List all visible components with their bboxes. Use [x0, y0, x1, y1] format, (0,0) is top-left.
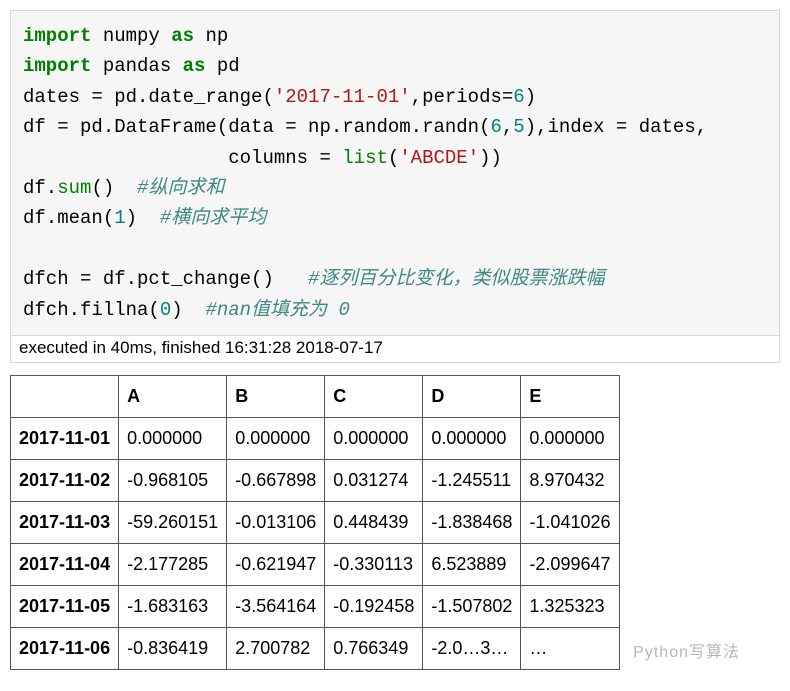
data-cell: -0.968105	[119, 459, 227, 501]
data-cell: -59.260151	[119, 501, 227, 543]
code-cell: import numpy as np import pandas as pd d…	[10, 10, 780, 336]
data-cell: 0.000000	[521, 417, 619, 459]
table-row: 2017-11-02-0.968105-0.6678980.031274-1.2…	[11, 459, 620, 501]
data-cell: 1.325323	[521, 585, 619, 627]
row-header: 2017-11-06	[11, 627, 119, 669]
data-cell: -1.507802	[423, 585, 521, 627]
comment: #横向求平均	[160, 207, 266, 229]
table-row: 2017-11-04-2.177285-0.621947-0.3301136.5…	[11, 543, 620, 585]
number-literal: 6	[513, 86, 524, 108]
data-cell: -1.041026	[521, 501, 619, 543]
table-header-row: A B C D E	[11, 375, 620, 417]
data-cell: -3.564164	[227, 585, 325, 627]
table-row: 2017-11-05-1.683163-3.564164-0.192458-1.…	[11, 585, 620, 627]
corner-cell	[11, 375, 119, 417]
comment: #逐列百分比变化，类似股票涨跌幅	[308, 268, 604, 290]
data-cell: -1.683163	[119, 585, 227, 627]
data-cell: 8.970432	[521, 459, 619, 501]
data-cell: -2.099647	[521, 543, 619, 585]
string-literal: 'ABCDE'	[399, 147, 479, 169]
table-row: 2017-11-03-59.260151-0.0131060.448439-1.…	[11, 501, 620, 543]
table-row: 2017-11-010.0000000.0000000.0000000.0000…	[11, 417, 620, 459]
data-cell: 0.766349	[325, 627, 423, 669]
data-cell: -0.621947	[227, 543, 325, 585]
kw-as: as	[171, 25, 194, 47]
data-cell: …	[521, 627, 619, 669]
row-header: 2017-11-02	[11, 459, 119, 501]
builtin-list: list	[342, 147, 388, 169]
data-cell: -0.192458	[325, 585, 423, 627]
data-cell: 0.448439	[325, 501, 423, 543]
data-cell: -0.013106	[227, 501, 325, 543]
row-header: 2017-11-05	[11, 585, 119, 627]
data-cell: -1.245511	[423, 459, 521, 501]
col-header: D	[423, 375, 521, 417]
builtin-sum: sum	[57, 177, 91, 199]
col-header: E	[521, 375, 619, 417]
kw-as: as	[183, 55, 206, 77]
execution-status: executed in 40ms, finished 16:31:28 2018…	[10, 336, 780, 363]
col-header: C	[325, 375, 423, 417]
table-row: 2017-11-06-0.8364192.7007820.766349-2.0……	[11, 627, 620, 669]
data-cell: 2.700782	[227, 627, 325, 669]
data-cell: -1.838468	[423, 501, 521, 543]
data-cell: -2.0…3…	[423, 627, 521, 669]
data-cell: -0.667898	[227, 459, 325, 501]
comment: #nan值填充为 0	[205, 299, 349, 321]
data-cell: -0.330113	[325, 543, 423, 585]
data-cell: 0.000000	[423, 417, 521, 459]
data-cell: 0.000000	[227, 417, 325, 459]
row-header: 2017-11-01	[11, 417, 119, 459]
data-cell: -2.177285	[119, 543, 227, 585]
kw-import: import	[23, 25, 91, 47]
col-header: B	[227, 375, 325, 417]
data-cell: 6.523889	[423, 543, 521, 585]
kw-import: import	[23, 55, 91, 77]
watermark: Python写算法	[633, 638, 740, 662]
comment: #纵向求和	[137, 177, 224, 199]
data-cell: -0.836419	[119, 627, 227, 669]
output-table: A B C D E 2017-11-010.0000000.0000000.00…	[10, 375, 620, 670]
col-header: A	[119, 375, 227, 417]
data-cell: 0.000000	[119, 417, 227, 459]
data-cell: 0.031274	[325, 459, 423, 501]
data-cell: 0.000000	[325, 417, 423, 459]
string-literal: '2017-11-01'	[274, 86, 411, 108]
row-header: 2017-11-03	[11, 501, 119, 543]
row-header: 2017-11-04	[11, 543, 119, 585]
